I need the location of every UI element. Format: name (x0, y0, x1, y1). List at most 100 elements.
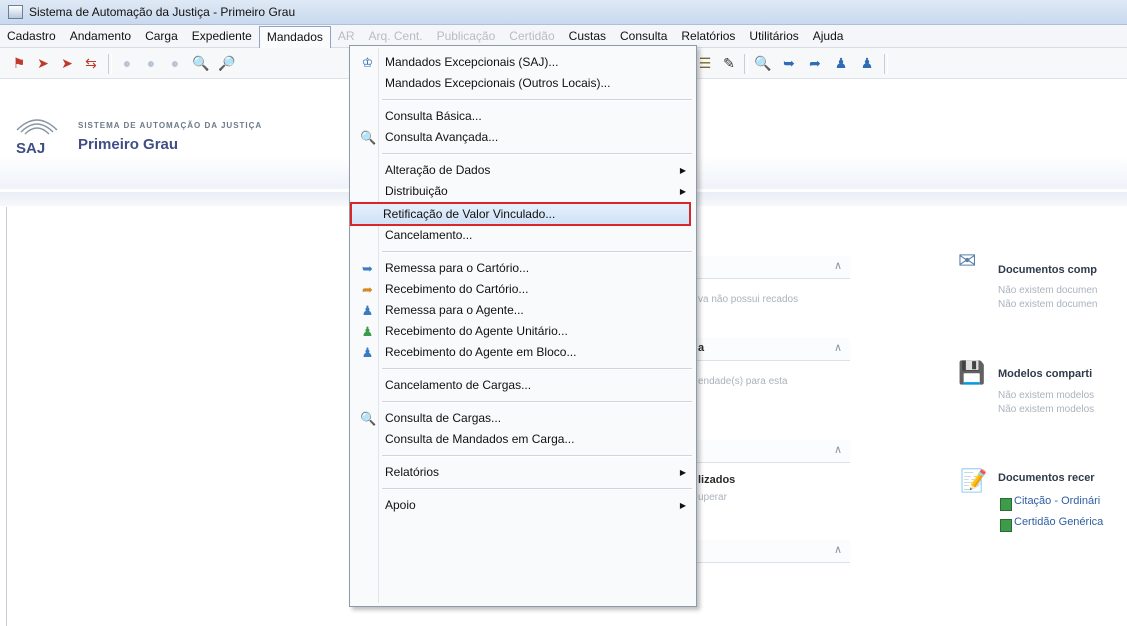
models-icon: 💾 (958, 360, 986, 385)
submenu-arrow-icon: ▶ (679, 187, 686, 196)
collapse-icon[interactable]: ∧ (834, 443, 842, 456)
menu-publicacao[interactable]: Publicação (430, 26, 503, 46)
models-shared-empty: Não existem modelos (998, 390, 1095, 401)
documents-shared-empty: Não existem documen (998, 285, 1098, 296)
banner-subtitle: SISTEMA DE AUTOMAÇÃO DA JUSTIÇA (78, 121, 263, 130)
panel-realizados-text: uperar (698, 492, 727, 503)
agent-receive-icon[interactable]: ♟ (858, 54, 876, 72)
menu-custas[interactable]: Custas (562, 26, 613, 46)
search-icon[interactable]: 🔍 (192, 54, 210, 72)
content-border (6, 207, 7, 626)
menu-consulta[interactable]: Consulta (613, 26, 674, 46)
return-icon[interactable]: ➤ (58, 54, 76, 72)
disabled-tool-icon[interactable]: ● (142, 54, 160, 72)
agent-send-icon[interactable]: ♟ (832, 54, 850, 72)
menu-ar[interactable]: AR (331, 26, 362, 46)
menu-separator (382, 488, 692, 490)
archive-icon[interactable]: ☰ (696, 54, 714, 72)
menu-certidao[interactable]: Certidão (502, 26, 561, 46)
title-bar: Sistema de Automação da Justiça - Primei… (0, 0, 1127, 25)
menu-item-consulta-basica[interactable]: Consulta Básica... (352, 106, 692, 127)
menu-separator (382, 455, 692, 457)
agent-send-icon: ♟ (361, 303, 374, 318)
menu-item-relatorios[interactable]: Relatórios ▶ (352, 462, 692, 483)
tag-icon[interactable]: ✎ (720, 54, 738, 72)
disabled-tool-icon[interactable]: ● (118, 54, 136, 72)
forward-icon[interactable]: ➤ (34, 54, 52, 72)
menu-item-cancelamento[interactable]: Cancelamento... (352, 225, 692, 246)
submenu-arrow-icon: ▶ (679, 468, 686, 477)
models-shared-title[interactable]: Modelos comparti (998, 368, 1092, 380)
menu-separator (382, 153, 692, 155)
menu-item-distribuicao[interactable]: Distribuição ▶ (352, 181, 692, 202)
menu-item-recebimento-agente-unitario[interactable]: ♟ Recebimento do Agente Unitário... (352, 321, 692, 342)
cargo-search-icon[interactable]: 🔍 (754, 54, 772, 72)
menu-relatorios[interactable]: Relatórios (674, 26, 742, 46)
menu-item-cancelamento-cargas[interactable]: Cancelamento de Cargas... (352, 375, 692, 396)
document-icon (1000, 498, 1012, 511)
menu-item-remessa-cartorio[interactable]: ➥ Remessa para o Cartório... (352, 258, 692, 279)
menu-item-apoio[interactable]: Apoio ▶ (352, 495, 692, 516)
documents-shared-empty: Não existem documen (998, 299, 1098, 310)
toolbar-separator (108, 54, 112, 74)
models-shared-empty: Não existem modelos (998, 404, 1095, 415)
recent-document-link[interactable]: Citação - Ordinári (1014, 495, 1100, 507)
menu-separator (382, 251, 692, 253)
menu-item-consulta-avancada[interactable]: 🔍 Consulta Avançada... (352, 127, 692, 148)
collapse-icon[interactable]: ∧ (834, 341, 842, 354)
receive-icon[interactable]: ➦ (806, 54, 824, 72)
menu-item-recebimento-agente-bloco[interactable]: ♟ Recebimento do Agente em Bloco... (352, 342, 692, 363)
menu-item-alteracao-de-dados[interactable]: Alteração de Dados ▶ (352, 160, 692, 181)
collapse-icon[interactable]: ∧ (834, 259, 842, 272)
mandados-dropdown-menu: ♔ Mandados Excepcionais (SAJ)... Mandado… (349, 45, 697, 607)
mandados-icon: ♔ (361, 55, 374, 70)
menu-item-retificacao-valor-vinculado[interactable]: Retificação de Valor Vinculado... (350, 202, 691, 226)
recent-document-link[interactable]: Certidão Genérica (1014, 516, 1103, 528)
menu-ajuda[interactable]: Ajuda (806, 26, 851, 46)
banner-title: Primeiro Grau (78, 136, 179, 153)
app-window-icon (8, 5, 23, 19)
menu-carga[interactable]: Carga (138, 26, 185, 46)
receive-icon: ➦ (362, 282, 373, 297)
panel-realizados-title: lizados (698, 474, 736, 486)
menu-separator (382, 401, 692, 403)
menu-andamento[interactable]: Andamento (63, 26, 138, 46)
hammer-icon[interactable]: ⚑ (10, 54, 28, 72)
collapse-icon[interactable]: ∧ (834, 543, 842, 556)
search-icon: 🔍 (360, 130, 377, 145)
transfer-icon[interactable]: ⇆ (82, 54, 100, 72)
document-icon (1000, 519, 1012, 532)
search-plus-icon[interactable]: 🔎 (218, 54, 236, 72)
toolbar-separator (884, 54, 888, 74)
documents-shared-title[interactable]: Documentos comp (998, 264, 1097, 276)
disabled-tool-icon[interactable]: ● (166, 54, 184, 72)
menu-item-mandados-excepcionais-outros[interactable]: Mandados Excepcionais (Outros Locais)... (352, 73, 692, 94)
submenu-arrow-icon: ▶ (679, 501, 686, 510)
window-title: Sistema de Automação da Justiça - Primei… (29, 5, 296, 19)
documents-icon: ✉ (958, 248, 977, 273)
menu-separator (382, 368, 692, 370)
menu-utilitarios[interactable]: Utilitários (742, 26, 805, 46)
send-icon[interactable]: ➥ (780, 54, 798, 72)
saj-logo-text: SAJ (16, 140, 46, 157)
menu-expediente[interactable]: Expediente (185, 26, 259, 46)
menu-separator (382, 99, 692, 101)
menu-cadastro[interactable]: Cadastro (0, 26, 63, 46)
menu-arq-cent[interactable]: Arq. Cent. (362, 26, 430, 46)
menu-item-remessa-agente[interactable]: ♟ Remessa para o Agente... (352, 300, 692, 321)
menu-item-mandados-excepcionais-saj[interactable]: ♔ Mandados Excepcionais (SAJ)... (352, 52, 692, 73)
menu-item-consulta-mandados-carga[interactable]: Consulta de Mandados em Carga... (352, 429, 692, 450)
panel-recados-text: va não possui recados (698, 294, 799, 305)
agent-receive-icon: ♟ (361, 324, 374, 339)
submenu-arrow-icon: ▶ (679, 166, 686, 175)
toolbar-separator (744, 54, 748, 74)
menu-mandados[interactable]: Mandados (258, 25, 331, 48)
recent-documents-icon: 📝 (960, 468, 988, 493)
agent-block-icon: ♟ (361, 345, 374, 360)
menu-item-recebimento-cartorio[interactable]: ➦ Recebimento do Cartório... (352, 279, 692, 300)
cargo-search-icon: 🔍 (360, 411, 377, 426)
panel-pendencias-text: endade(s) para esta (698, 376, 788, 387)
recent-documents-title[interactable]: Documentos recer (998, 472, 1095, 484)
send-icon: ➥ (362, 261, 373, 276)
menu-item-consulta-cargas[interactable]: 🔍 Consulta de Cargas... (352, 408, 692, 429)
